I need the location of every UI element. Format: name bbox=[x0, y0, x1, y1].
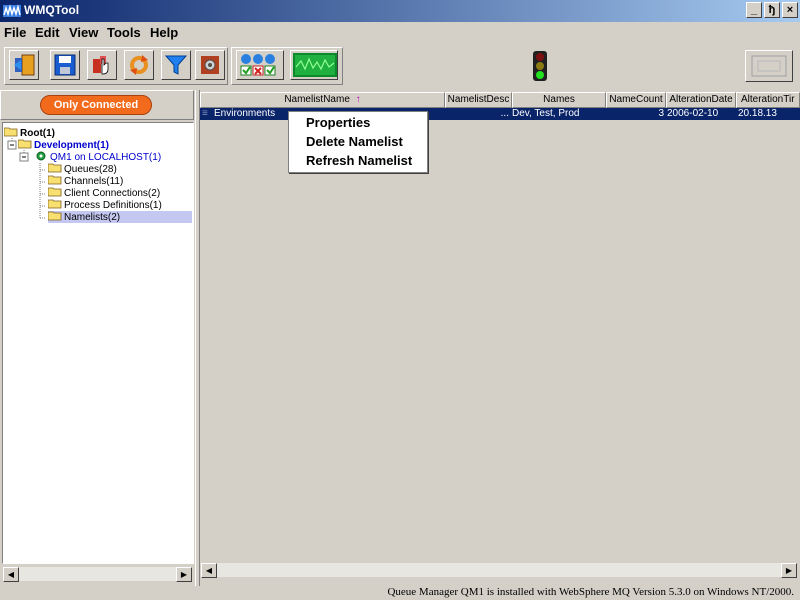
column-header-names[interactable]: Names bbox=[512, 92, 606, 108]
tree-item-label: Client Connections(2) bbox=[64, 188, 161, 199]
tree-root-label: Root(1) bbox=[20, 128, 55, 139]
tree-development-label: Development(1) bbox=[34, 140, 110, 151]
tree-item-label: Process Definitions(1) bbox=[64, 200, 162, 211]
exit-icon bbox=[14, 54, 35, 76]
toolbar bbox=[0, 44, 800, 88]
menu-file[interactable]: File bbox=[4, 25, 26, 40]
status-text: Queue Manager QM1 is installed with WebS… bbox=[387, 586, 794, 598]
save-icon bbox=[54, 54, 76, 76]
menu-help[interactable]: Help bbox=[150, 25, 178, 40]
table-horizontal-scrollbar[interactable]: ◀ ▶ bbox=[200, 562, 798, 578]
menu-bar: File Edit View Tools Help bbox=[0, 22, 800, 43]
menu-item-delete-namelist[interactable]: Delete Namelist bbox=[306, 134, 403, 149]
menu-tools[interactable]: Tools bbox=[107, 25, 141, 40]
folder-open-icon bbox=[4, 127, 18, 137]
scroll-right-button[interactable]: ▶ bbox=[781, 563, 797, 578]
menu-item-refresh-namelist[interactable]: Refresh Namelist bbox=[306, 153, 412, 168]
hand-button[interactable] bbox=[87, 50, 117, 80]
row-handle-icon: ≡ bbox=[202, 108, 208, 119]
scroll-right-button[interactable]: ▶ bbox=[176, 567, 192, 582]
queue-status-icon bbox=[240, 54, 276, 76]
monitor-button[interactable] bbox=[290, 50, 338, 80]
column-header-alterationtime[interactable]: AlterationTir bbox=[736, 92, 800, 108]
column-header-namelistname[interactable]: NamelistName ↑ bbox=[200, 92, 445, 108]
tree-item-queues[interactable]: Queues(28) bbox=[48, 163, 117, 175]
refresh-button[interactable] bbox=[124, 50, 154, 80]
column-label: NamelistName bbox=[284, 94, 350, 105]
cell-alteration-date: 2006-02-10 bbox=[667, 108, 719, 119]
title-bar: WMQTool _ ђ × bbox=[0, 0, 800, 22]
settings-icon bbox=[201, 56, 219, 74]
save-button[interactable] bbox=[50, 50, 80, 80]
filter-icon bbox=[164, 55, 188, 75]
scroll-left-button[interactable]: ◀ bbox=[3, 567, 19, 582]
hand-icon bbox=[93, 56, 109, 75]
folder-icon bbox=[48, 199, 62, 209]
filter-bar: Only Connected bbox=[0, 90, 194, 120]
column-header-namecount[interactable]: NameCount bbox=[606, 92, 666, 108]
cell-name-count: 3 bbox=[658, 108, 664, 119]
tree-item-label: Namelists(2) bbox=[64, 212, 121, 223]
folder-icon bbox=[48, 187, 62, 197]
tree-horizontal-scrollbar[interactable]: ◀ ▶ bbox=[2, 566, 193, 582]
folder-icon bbox=[48, 163, 62, 173]
queue-manager-icon bbox=[36, 151, 46, 161]
tree-item-channels[interactable]: Channels(11) bbox=[48, 175, 123, 187]
cell-namelist-desc: ... bbox=[500, 108, 509, 119]
sort-ascending-icon: ↑ bbox=[355, 94, 361, 105]
window-title: WMQTool bbox=[24, 3, 80, 17]
tree-root[interactable]: Root(1) bbox=[4, 127, 55, 139]
tree-item-client-connections[interactable]: Client Connections(2) bbox=[48, 187, 160, 199]
restore-button[interactable]: ђ bbox=[764, 2, 780, 18]
cell-alteration-time: 20.18.13 bbox=[738, 108, 777, 119]
navigator-pane: Only Connected Root(1) Development(1) QM… bbox=[0, 90, 195, 586]
minimize-button[interactable]: _ bbox=[746, 2, 762, 18]
exit-button[interactable] bbox=[9, 50, 39, 80]
queue-status-button[interactable] bbox=[236, 50, 284, 80]
tree-item-process-definitions[interactable]: Process Definitions(1) bbox=[48, 199, 162, 211]
close-button[interactable]: × bbox=[782, 2, 798, 18]
tree-item-label: Queues(28) bbox=[64, 164, 117, 175]
tree-queue-manager[interactable]: QM1 on LOCALHOST(1) bbox=[34, 151, 161, 163]
panel-button[interactable] bbox=[745, 50, 793, 82]
object-tree: Root(1) Development(1) QM1 on LOCALHOST(… bbox=[2, 122, 194, 564]
tree-queue-manager-label: QM1 on LOCALHOST(1) bbox=[50, 152, 162, 163]
blank-panel-icon bbox=[751, 55, 787, 77]
folder-icon bbox=[48, 211, 62, 221]
only-connected-button[interactable]: Only Connected bbox=[40, 95, 152, 115]
settings-button[interactable] bbox=[195, 50, 225, 80]
column-header-namelistdesc[interactable]: NamelistDesc bbox=[445, 92, 512, 108]
scroll-left-button[interactable]: ◀ bbox=[201, 563, 217, 578]
menu-edit[interactable]: Edit bbox=[35, 25, 60, 40]
column-header-alterationdate[interactable]: AlterationDate bbox=[666, 92, 736, 108]
menu-view[interactable]: View bbox=[69, 25, 98, 40]
traffic-light-icon bbox=[533, 51, 547, 81]
context-menu: Properties Delete Namelist Refresh Namel… bbox=[288, 111, 428, 173]
tree-item-label: Channels(11) bbox=[64, 176, 124, 187]
filter-button[interactable] bbox=[161, 50, 191, 80]
folder-icon bbox=[48, 175, 62, 185]
cell-names: Dev, Test, Prod bbox=[512, 108, 580, 119]
app-icon bbox=[3, 4, 21, 17]
monitor-icon bbox=[293, 53, 337, 77]
tree-item-namelists[interactable]: Namelists(2) bbox=[48, 211, 192, 223]
menu-item-properties[interactable]: Properties bbox=[306, 115, 370, 130]
refresh-icon bbox=[130, 55, 148, 75]
status-bar: Queue Manager QM1 is installed with WebS… bbox=[0, 586, 800, 600]
tree-development[interactable]: Development(1) bbox=[18, 139, 109, 151]
folder-open-icon bbox=[18, 139, 32, 149]
